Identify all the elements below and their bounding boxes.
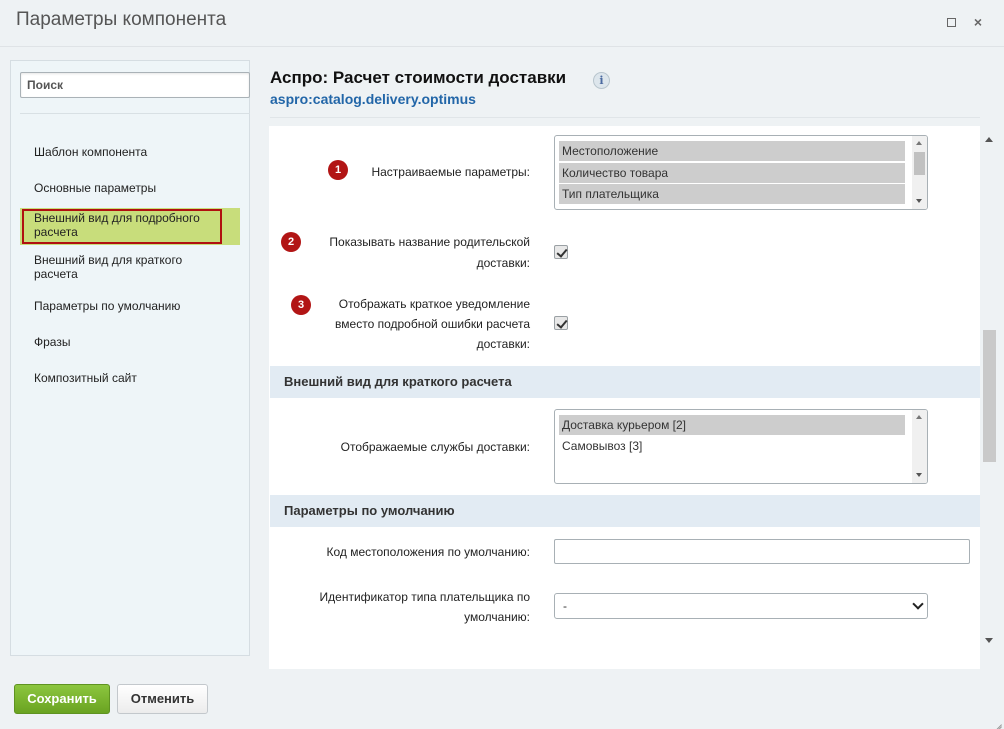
- short-notice-checkbox[interactable]: [554, 316, 568, 330]
- window-titlebar: Параметры компонента ×: [0, 0, 1004, 47]
- sidebar-item-template[interactable]: Шаблон компонента: [34, 145, 229, 159]
- component-title: Аспро: Расчет стоимости доставки: [270, 68, 567, 87]
- payer-select-value: -: [563, 599, 567, 613]
- services-scrollbar[interactable]: [912, 410, 927, 483]
- resize-grip-icon[interactable]: [990, 715, 1002, 729]
- sidebar-item-defaults[interactable]: Параметры по умолчанию: [34, 299, 229, 313]
- maximize-icon[interactable]: [943, 14, 959, 30]
- services-label: Отображаемые службы доставки:: [340, 440, 530, 454]
- short-notice-label-1: Отображать краткое уведомление: [338, 297, 530, 311]
- badge-2: 2: [281, 232, 301, 252]
- short-notice-label-2: вместо подробной ошибки расчета: [335, 317, 530, 331]
- scroll-up-icon[interactable]: [985, 137, 993, 142]
- multiselect-scrollbar[interactable]: [912, 136, 927, 209]
- save-button[interactable]: Сохранить: [14, 684, 110, 714]
- location-input[interactable]: [554, 539, 970, 564]
- sidebar-divider: [20, 113, 250, 114]
- chevron-up-icon[interactable]: [916, 141, 922, 145]
- sidebar-item-phrases[interactable]: Фразы: [34, 335, 229, 349]
- option-pickup[interactable]: Самовывоз [3]: [559, 436, 905, 456]
- option-quantity[interactable]: Количество товара: [559, 163, 905, 183]
- sidebar-item-composite[interactable]: Композитный сайт: [34, 371, 229, 385]
- payer-select[interactable]: -: [554, 593, 928, 619]
- payer-label-1: Идентификатор типа плательщика по: [319, 590, 530, 604]
- sidebar: Шаблон компонента Основные параметры Вне…: [10, 60, 250, 656]
- payer-label-2: умолчанию:: [464, 610, 530, 624]
- option-payer-type[interactable]: Тип плательщика: [559, 184, 905, 204]
- info-icon[interactable]: i: [593, 72, 610, 89]
- search-input[interactable]: [20, 72, 250, 98]
- chevron-down-icon: [912, 598, 924, 610]
- sidebar-item-detailed-view[interactable]: Внешний вид для подробного расчета: [34, 211, 224, 239]
- section-short-view: Внешний вид для краткого расчета: [270, 366, 980, 398]
- chevron-down-icon[interactable]: [916, 473, 922, 477]
- content-divider: [270, 117, 980, 118]
- short-notice-label-3: доставки:: [476, 337, 530, 351]
- multiselect-thumb[interactable]: [914, 152, 925, 175]
- cancel-button[interactable]: Отменить: [117, 684, 208, 714]
- section-defaults: Параметры по умолчанию: [270, 495, 980, 527]
- window-title: Параметры компонента: [16, 9, 227, 30]
- scroll-down-icon[interactable]: [985, 638, 993, 643]
- custom-params-label: Настраиваемые параметры:: [371, 165, 530, 179]
- sidebar-item-main-params[interactable]: Основные параметры: [34, 181, 229, 195]
- sidebar-item-short-view[interactable]: Внешний вид для краткого расчета: [34, 253, 214, 281]
- location-label: Код местоположения по умолчанию:: [326, 545, 530, 559]
- params-scrollbar[interactable]: [981, 130, 999, 650]
- close-icon[interactable]: ×: [970, 14, 986, 30]
- scroll-thumb[interactable]: [983, 330, 996, 462]
- show-parent-checkbox[interactable]: [554, 245, 568, 259]
- show-parent-label-2: доставки:: [476, 256, 530, 270]
- chevron-down-icon[interactable]: [916, 199, 922, 203]
- option-courier[interactable]: Доставка курьером [2]: [559, 415, 905, 435]
- show-parent-label-1: Показывать название родительской: [329, 235, 530, 249]
- custom-params-multiselect[interactable]: Местоположение Количество товара Тип пла…: [554, 135, 928, 210]
- chevron-up-icon[interactable]: [916, 415, 922, 419]
- component-code: aspro:catalog.delivery.optimus: [270, 91, 476, 107]
- services-multiselect[interactable]: Доставка курьером [2] Самовывоз [3]: [554, 409, 928, 484]
- option-location[interactable]: Местоположение: [559, 141, 905, 161]
